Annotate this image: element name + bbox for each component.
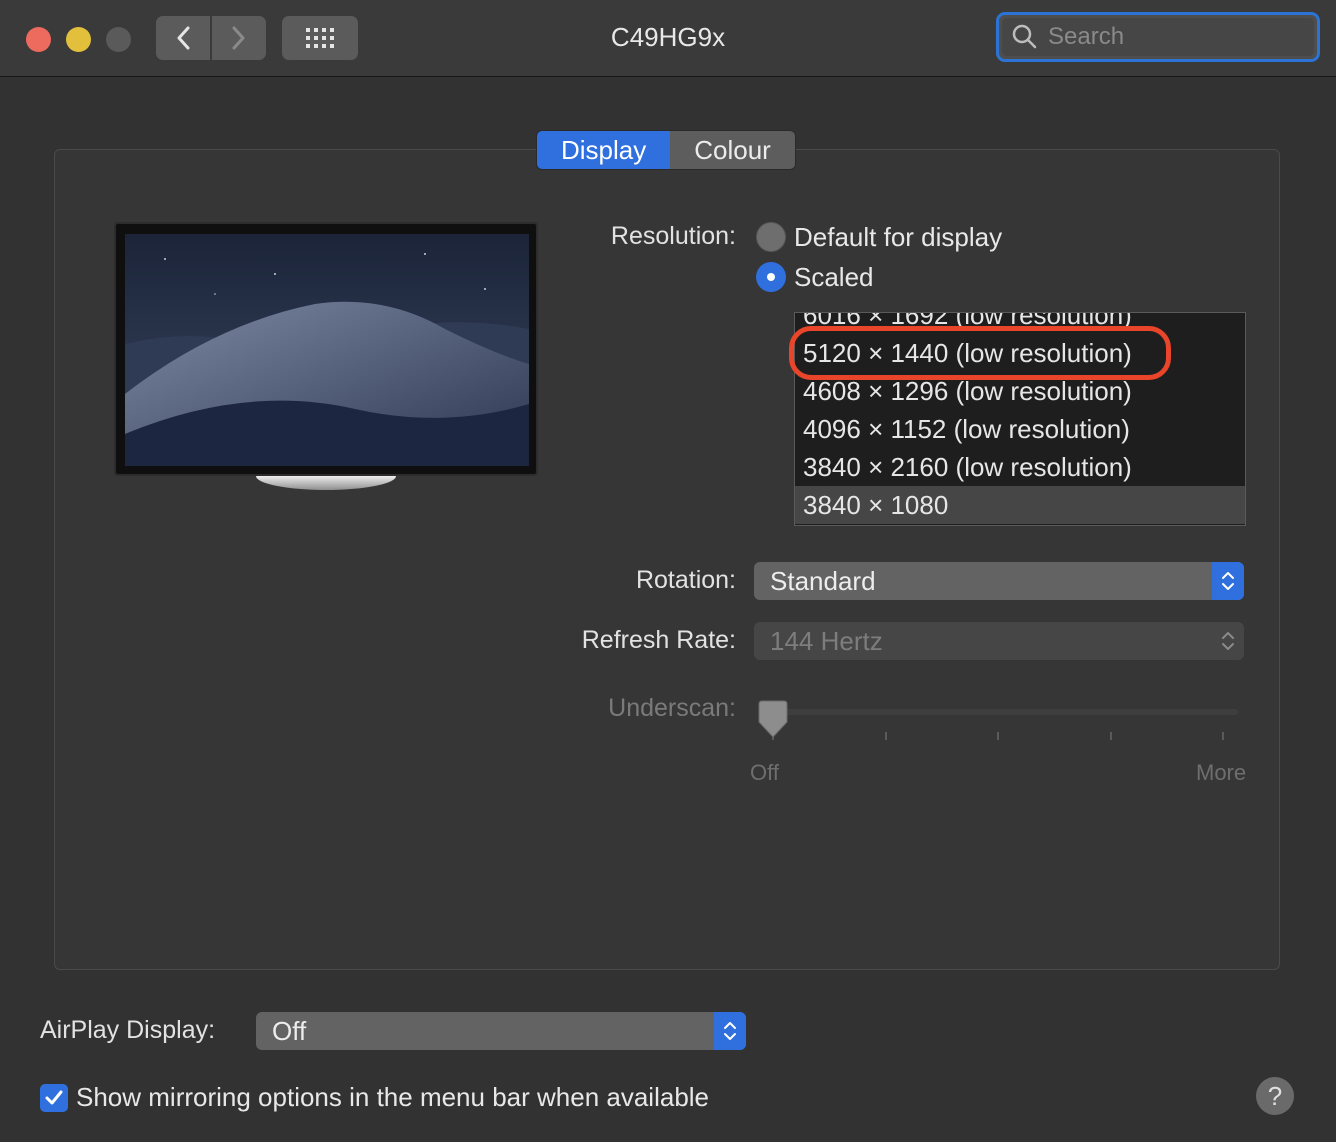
tab-colour[interactable]: Colour — [670, 131, 795, 169]
underscan-min-label: Off — [750, 760, 779, 785]
refresh-rate-popup[interactable]: 144 Hertz — [754, 622, 1244, 660]
underscan-slider-thumb[interactable] — [756, 700, 790, 740]
checkmark-icon — [45, 1090, 63, 1105]
radio-scaled[interactable] — [756, 262, 786, 292]
search-icon — [1012, 24, 1037, 49]
search-placeholder: Search — [1048, 23, 1125, 50]
airplay-value: Off — [272, 1016, 307, 1046]
airplay-label: AirPlay Display: — [40, 1016, 216, 1044]
monitor-preview-image — [114, 222, 538, 476]
underscan-max-label: More — [1196, 760, 1247, 785]
slider-tick — [1110, 732, 1112, 740]
slider-tick — [1222, 732, 1224, 740]
refresh-rate-value: 144 Hertz — [770, 626, 883, 656]
rotation-popup[interactable]: Standard — [754, 562, 1244, 600]
resolution-item[interactable]: 3840 × 2160 (low resolution) — [795, 448, 1245, 486]
airplay-popup[interactable]: Off — [256, 1012, 746, 1050]
slider-tick — [885, 732, 887, 740]
search-field[interactable]: Search — [996, 12, 1320, 62]
resolution-label: Resolution: — [610, 222, 736, 250]
radio-default-for-display[interactable] — [756, 222, 786, 252]
tab-display[interactable]: Display — [537, 131, 671, 169]
up-down-chevron-icon — [1212, 622, 1244, 660]
up-down-chevron-icon — [1212, 562, 1244, 600]
refresh-rate-label: Refresh Rate: — [581, 626, 736, 654]
title-bar: C49HG9x Search — [0, 0, 1336, 77]
annotation-highlight-circle — [789, 326, 1171, 380]
mirroring-label[interactable]: Show mirroring options in the menu bar w… — [76, 1082, 709, 1113]
slider-tick — [997, 732, 999, 740]
radio-default-label[interactable]: Default for display — [794, 222, 1002, 253]
up-down-chevron-icon — [714, 1012, 746, 1050]
resolution-item-selected[interactable]: 3840 × 1080 — [795, 486, 1245, 524]
help-icon[interactable]: ? — [1256, 1077, 1294, 1115]
rotation-label: Rotation: — [635, 566, 736, 594]
underscan-label: Underscan: — [608, 694, 736, 722]
radio-scaled-label[interactable]: Scaled — [794, 262, 874, 293]
rotation-value: Standard — [770, 566, 876, 596]
tab-bar: Display Colour — [536, 130, 796, 170]
underscan-slider-track[interactable] — [772, 709, 1238, 715]
desktop-wallpaper — [125, 234, 529, 466]
mirroring-checkbox[interactable] — [40, 1084, 68, 1112]
resolution-item[interactable]: 4096 × 1152 (low resolution) — [795, 410, 1245, 448]
